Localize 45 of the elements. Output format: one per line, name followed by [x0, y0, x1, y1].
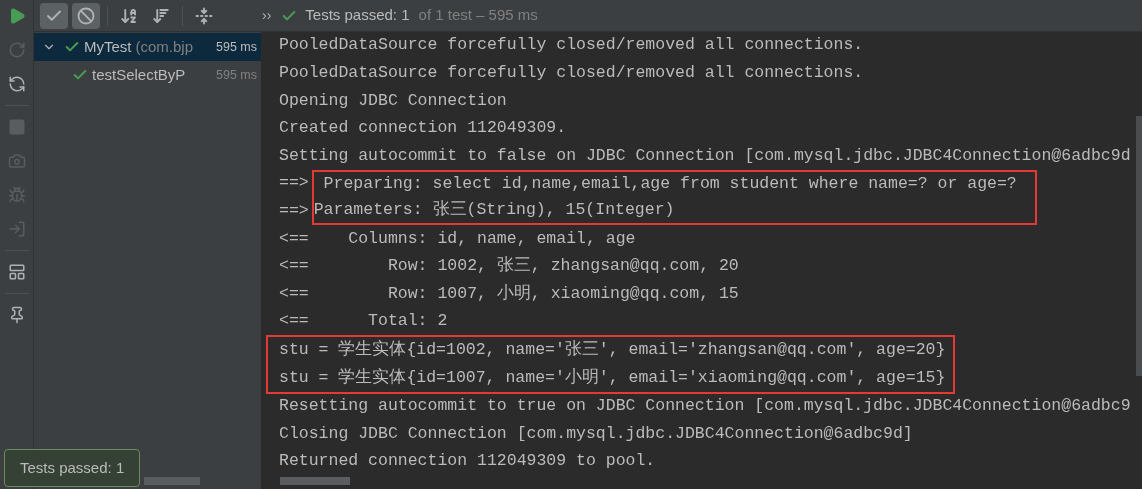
test-duration: 595 ms	[216, 38, 257, 56]
collapse-icon	[195, 6, 213, 25]
test-name: MyTest	[84, 36, 132, 57]
console-line: Opening JDBC Connection	[279, 89, 507, 112]
console-line: <== Row: 1007, 小明, xiaoming@qq.com, 15	[279, 282, 739, 305]
console-line: PooledDataSource forcefully closed/removed all connections.	[279, 34, 864, 57]
status-detail: of 1 test – 595 ms	[418, 5, 538, 26]
console-line: Closing JDBC Connection [com.mysql.jdbc.JDBC4Connection@6adbc9d]	[279, 422, 913, 445]
ban-icon	[77, 6, 95, 25]
console-line: Returned connection 112049309 to pool.	[279, 450, 656, 473]
console-line: <== Columns: id, name, email, age	[279, 227, 636, 250]
check-toggle[interactable]	[40, 2, 68, 29]
console-line: Resetting autocommit to true on JDBC Connection [com.mysql.jdbc.JDBC4Connection@6adbc9	[279, 395, 1131, 418]
test-tree-row[interactable]: MyTest (com.bjp 595 ms	[34, 33, 261, 61]
console-line: Created connection 112049309.	[279, 117, 567, 140]
scrollbar[interactable]	[1136, 116, 1142, 376]
test-name: testSelectByP	[92, 64, 186, 85]
console-line: <== Total: 2	[279, 310, 448, 333]
ban-toggle[interactable]	[72, 2, 100, 29]
console-line: <== Row: 1002, 张三, zhangsan@qq.com, 20	[279, 255, 739, 278]
console-prefix: ==>	[279, 200, 309, 222]
sort-duration-icon	[152, 6, 170, 25]
console-line: Setting autocommit to false on JDBC Connection [com.mysql.jdbc.JDBC4Connection@6adbc9d	[279, 144, 1131, 167]
balloon-text: Tests passed: 1	[20, 457, 125, 478]
rerun-icon	[7, 41, 26, 59]
console-line: PooledDataSource forcefully closed/removed all connections.	[279, 62, 864, 84]
status-text: Tests passed: 1	[305, 5, 410, 26]
stop-icon	[7, 118, 26, 136]
test-tree-row[interactable]: testSelectByP 595 ms	[34, 61, 261, 89]
layout-icon	[7, 263, 26, 281]
console-line: Preparing: select id,name,email,age from student where name=? or age=?	[322, 173, 1018, 196]
test-package: (com.bjp	[135, 36, 194, 57]
scrollbar[interactable]	[144, 477, 200, 485]
console-line: stu = 学生实体{id=1002, name='张三', email='zhangsan@qq.com', age=20}	[279, 338, 946, 361]
camera-icon	[7, 152, 26, 170]
refresh-icon	[7, 75, 26, 93]
console-prefix: ==>	[279, 172, 309, 195]
console-line: Parameters: 张三(String), 15(Integer)	[313, 199, 675, 221]
sort-alpha-icon	[120, 6, 138, 25]
import-icon	[7, 220, 26, 238]
scrollbar[interactable]	[280, 477, 350, 485]
test-duration: 595 ms	[216, 66, 257, 84]
console-line: stu = 学生实体{id=1007, name='小明', email='xiaoming@qq.com', age=15}	[279, 366, 946, 389]
bug-icon	[7, 186, 26, 204]
more-chevron[interactable]: ››	[262, 5, 272, 26]
